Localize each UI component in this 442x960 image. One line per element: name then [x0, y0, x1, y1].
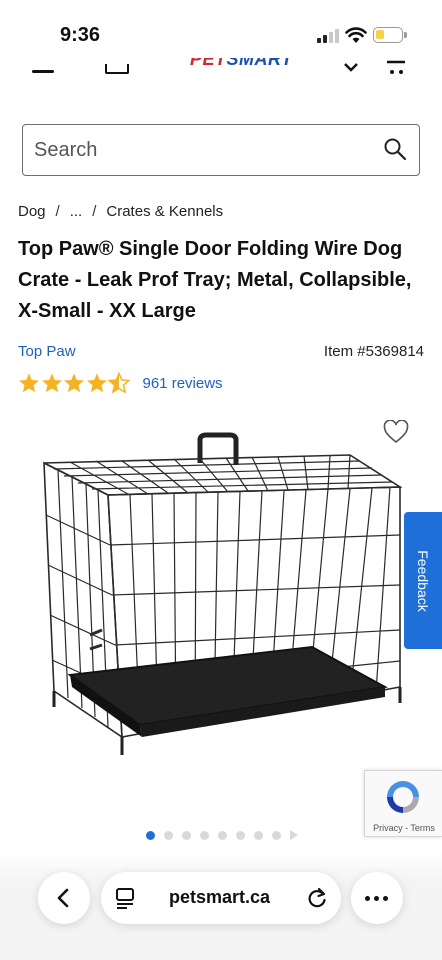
- carousel-dot[interactable]: [146, 830, 155, 840]
- chevron-down-icon[interactable]: [343, 62, 359, 72]
- chevron-left-icon: [57, 888, 69, 908]
- cart-icon[interactable]: [385, 60, 407, 76]
- carousel-dot[interactable]: [182, 830, 191, 840]
- store-icon[interactable]: [105, 64, 129, 74]
- carousel-dot[interactable]: [218, 830, 227, 840]
- reload-icon[interactable]: [306, 886, 328, 910]
- recaptcha-links[interactable]: Privacy - Terms: [365, 823, 442, 833]
- carousel-dot[interactable]: [164, 830, 173, 840]
- carousel-dot[interactable]: [200, 830, 209, 840]
- breadcrumb-ellipsis[interactable]: ...: [70, 203, 83, 220]
- item-number: Item #5369814: [323, 343, 424, 360]
- battery-icon: [373, 27, 407, 43]
- search-box[interactable]: [22, 124, 420, 176]
- breadcrumb-dog[interactable]: Dog: [18, 203, 46, 220]
- brand-link[interactable]: Top Paw: [18, 343, 76, 360]
- site-header: PETSMART: [0, 58, 442, 78]
- status-time: 9:36: [60, 24, 101, 46]
- recaptcha-icon: [387, 781, 419, 813]
- star-full-icon: [86, 373, 107, 393]
- breadcrumb-separator: /: [92, 203, 97, 220]
- back-button[interactable]: [38, 872, 90, 924]
- menu-icon[interactable]: [32, 70, 54, 73]
- reader-icon[interactable]: [115, 887, 135, 909]
- search-input[interactable]: [34, 137, 354, 163]
- carousel-next-icon[interactable]: [290, 830, 298, 840]
- star-full-icon: [19, 373, 39, 393]
- petsmart-logo[interactable]: PETSMART: [190, 58, 293, 74]
- star-half-icon: [108, 372, 130, 394]
- product-title: Top Paw® Single Door Folding Wire Dog Cr…: [18, 238, 412, 322]
- url-text[interactable]: petsmart.ca: [169, 887, 270, 908]
- recaptcha-badge[interactable]: Privacy - Terms: [364, 770, 442, 837]
- reviews-link[interactable]: 961 reviews: [143, 375, 223, 392]
- breadcrumb: Dog / ... / Crates & Kennels: [18, 203, 223, 220]
- star-full-icon: [41, 373, 62, 393]
- more-button[interactable]: [351, 872, 403, 924]
- feedback-label: Feedback: [415, 549, 431, 612]
- more-icon: [365, 896, 370, 901]
- breadcrumb-separator: /: [55, 203, 60, 220]
- carousel-dot[interactable]: [236, 830, 245, 840]
- address-bar[interactable]: petsmart.ca: [101, 872, 341, 924]
- browser-toolbar: petsmart.ca: [0, 850, 442, 960]
- cellular-signal-icon: [317, 29, 339, 43]
- carousel-dot[interactable]: [272, 830, 281, 840]
- search-icon[interactable]: [383, 137, 407, 161]
- star-full-icon: [64, 373, 84, 393]
- rating[interactable]: 961 reviews: [18, 372, 223, 394]
- feedback-tab[interactable]: Feedback: [404, 512, 442, 649]
- breadcrumb-crates-kennels[interactable]: Crates & Kennels: [106, 203, 223, 220]
- carousel-dot[interactable]: [254, 830, 263, 840]
- wifi-icon: [345, 27, 367, 43]
- status-bar: 9:36: [0, 0, 442, 58]
- product-image[interactable]: [30, 425, 412, 785]
- carousel-dots: [146, 830, 298, 840]
